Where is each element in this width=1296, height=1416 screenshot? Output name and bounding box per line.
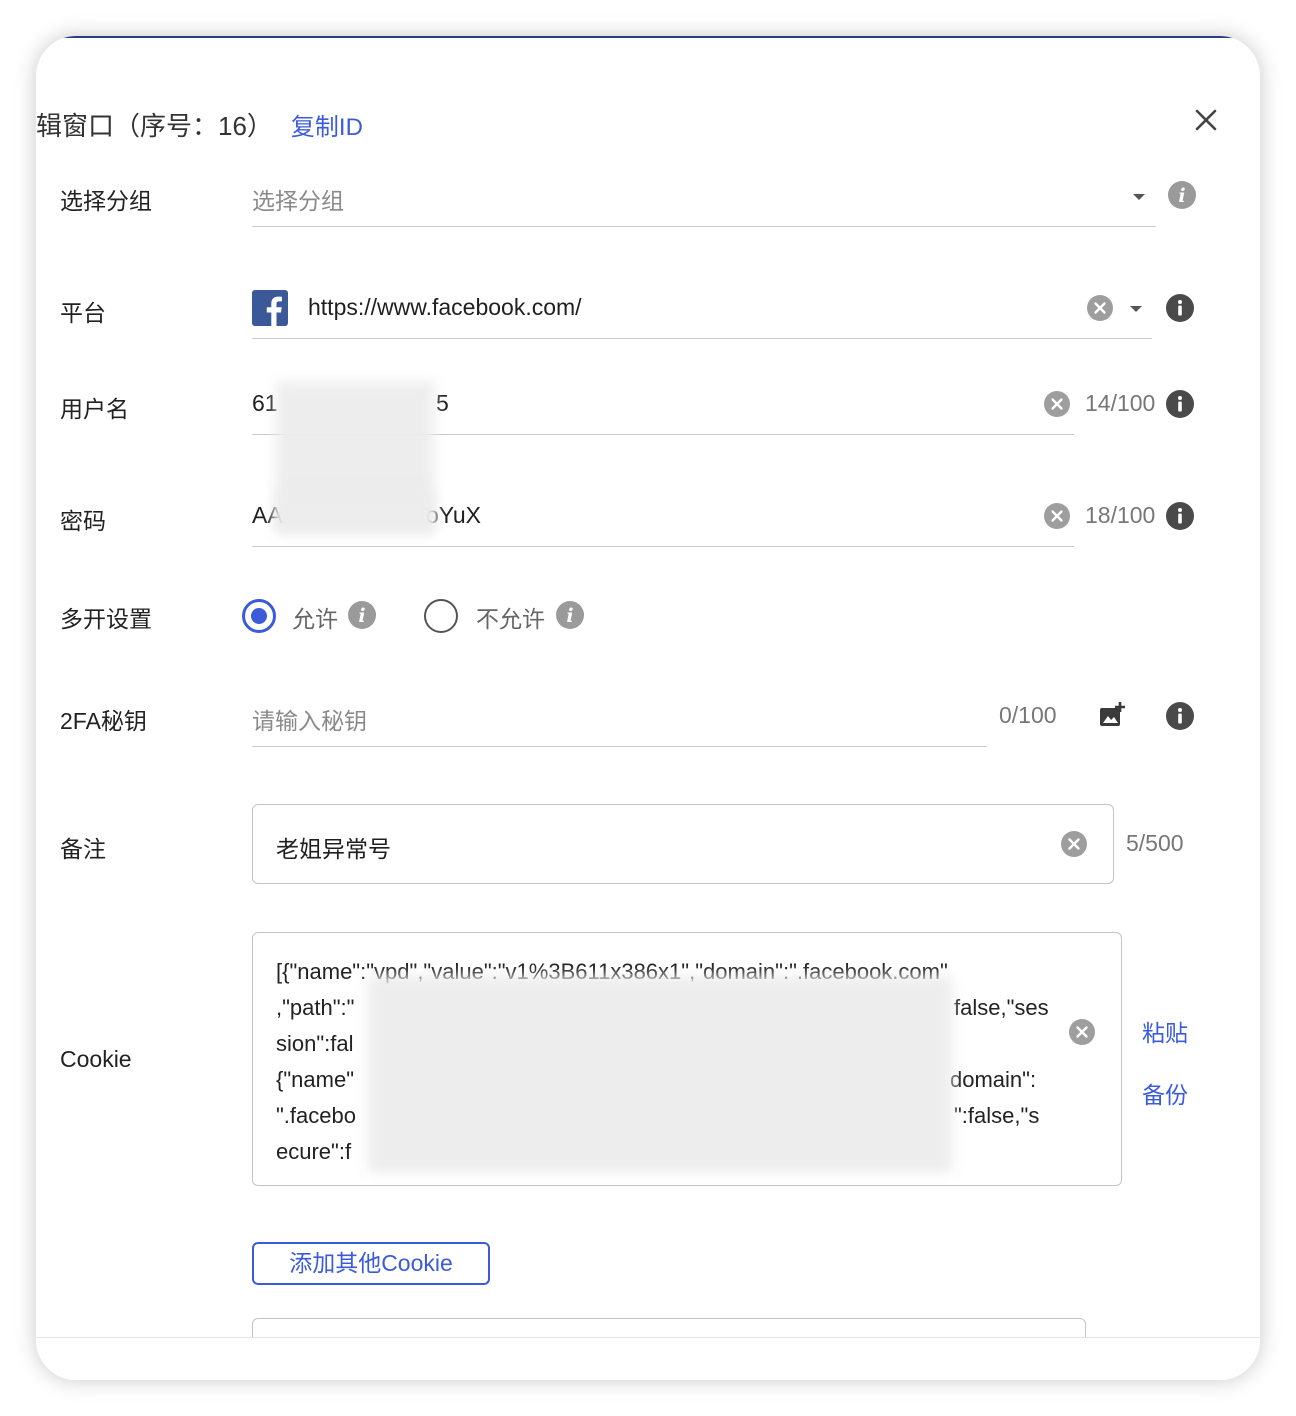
- cookie-line: ecure":f: [276, 1139, 352, 1164]
- clear-icon[interactable]: [1069, 1019, 1095, 1045]
- dropdown-arrow-icon[interactable]: [1132, 192, 1146, 202]
- redaction-blur: [368, 976, 952, 1172]
- info-icon[interactable]: [1166, 702, 1194, 730]
- username-value-end: 5: [436, 390, 449, 416]
- password-value-end: oYuX: [426, 502, 481, 528]
- cookie-line: ".facebo: [276, 1103, 356, 1128]
- group-label: 选择分组: [60, 188, 152, 214]
- radio-disallow[interactable]: [424, 599, 458, 633]
- cookie-line: sion":fal: [276, 1031, 354, 1056]
- dropdown-arrow-icon[interactable]: [1129, 304, 1143, 314]
- multi-open-label: 多开设置: [60, 606, 152, 632]
- password-input[interactable]: [252, 546, 1074, 547]
- cookie-line: domain":: [950, 1067, 1037, 1092]
- radio-allow-label[interactable]: 允许: [292, 600, 338, 634]
- clear-icon[interactable]: [1044, 391, 1070, 417]
- password-label: 密码: [60, 508, 106, 534]
- username-value-start: 61: [252, 390, 278, 416]
- svg-text:i: i: [1178, 185, 1185, 207]
- group-placeholder: 选择分组: [252, 188, 344, 214]
- platform-value: https://www.facebook.com/: [308, 294, 582, 320]
- facebook-icon: [252, 290, 288, 326]
- radio-disallow-label[interactable]: 不允许: [476, 600, 545, 634]
- info-icon[interactable]: [1166, 294, 1194, 322]
- group-select[interactable]: [252, 226, 1156, 227]
- dialog-title-text: 辑窗口（序号：16）: [36, 111, 273, 141]
- add-cookie-button[interactable]: 添加其他Cookie: [252, 1242, 490, 1285]
- paste-link[interactable]: 粘贴: [1142, 1014, 1188, 1048]
- twofa-placeholder: 请输入秘钥: [252, 708, 367, 734]
- dialog-title: 辑窗口（序号：16） 复制ID: [36, 106, 363, 143]
- clear-icon[interactable]: [1044, 503, 1070, 529]
- note-value: 老姐异常号: [276, 836, 391, 862]
- close-icon[interactable]: [1192, 106, 1220, 134]
- username-counter: 14/100: [1085, 390, 1156, 416]
- backup-link[interactable]: 备份: [1142, 1076, 1188, 1110]
- info-icon[interactable]: [1166, 502, 1194, 530]
- radio-allow[interactable]: [242, 599, 276, 633]
- note-counter: 5/500: [1126, 830, 1184, 856]
- cookie-line: ,"path":": [276, 995, 355, 1020]
- info-icon[interactable]: [1166, 390, 1194, 418]
- dialog-top-border: [36, 36, 1260, 38]
- radio-dot: [251, 608, 267, 624]
- cookie-line: false,"ses: [954, 995, 1049, 1020]
- clear-icon[interactable]: [1061, 831, 1087, 857]
- cookie-label: Cookie: [60, 1046, 132, 1072]
- svg-text:i: i: [358, 605, 365, 627]
- twofa-input[interactable]: [252, 746, 987, 747]
- add-image-icon[interactable]: [1098, 702, 1126, 728]
- svg-text:i: i: [566, 605, 573, 627]
- redaction-blur: [276, 490, 434, 532]
- info-italic-icon[interactable]: i: [1168, 181, 1196, 209]
- platform-select[interactable]: [252, 338, 1152, 339]
- dialog-footer: [36, 1337, 1260, 1380]
- twofa-counter: 0/100: [999, 702, 1057, 728]
- password-counter: 18/100: [1085, 502, 1156, 528]
- cookie-line: {"name": [276, 1067, 354, 1092]
- note-label: 备注: [60, 836, 106, 862]
- cookie-line: ":false,"s: [954, 1103, 1040, 1128]
- info-italic-icon[interactable]: i: [556, 601, 584, 629]
- platform-label: 平台: [60, 300, 106, 326]
- username-label: 用户名: [60, 396, 129, 422]
- info-italic-icon[interactable]: i: [348, 601, 376, 629]
- clear-icon[interactable]: [1087, 295, 1113, 321]
- twofa-label: 2FA秘钥: [60, 708, 147, 734]
- copy-id-link[interactable]: 复制ID: [291, 114, 363, 141]
- edit-window-dialog: 辑窗口（序号：16） 复制ID 选择分组 选择分组 i 平台 https://ww…: [36, 36, 1260, 1380]
